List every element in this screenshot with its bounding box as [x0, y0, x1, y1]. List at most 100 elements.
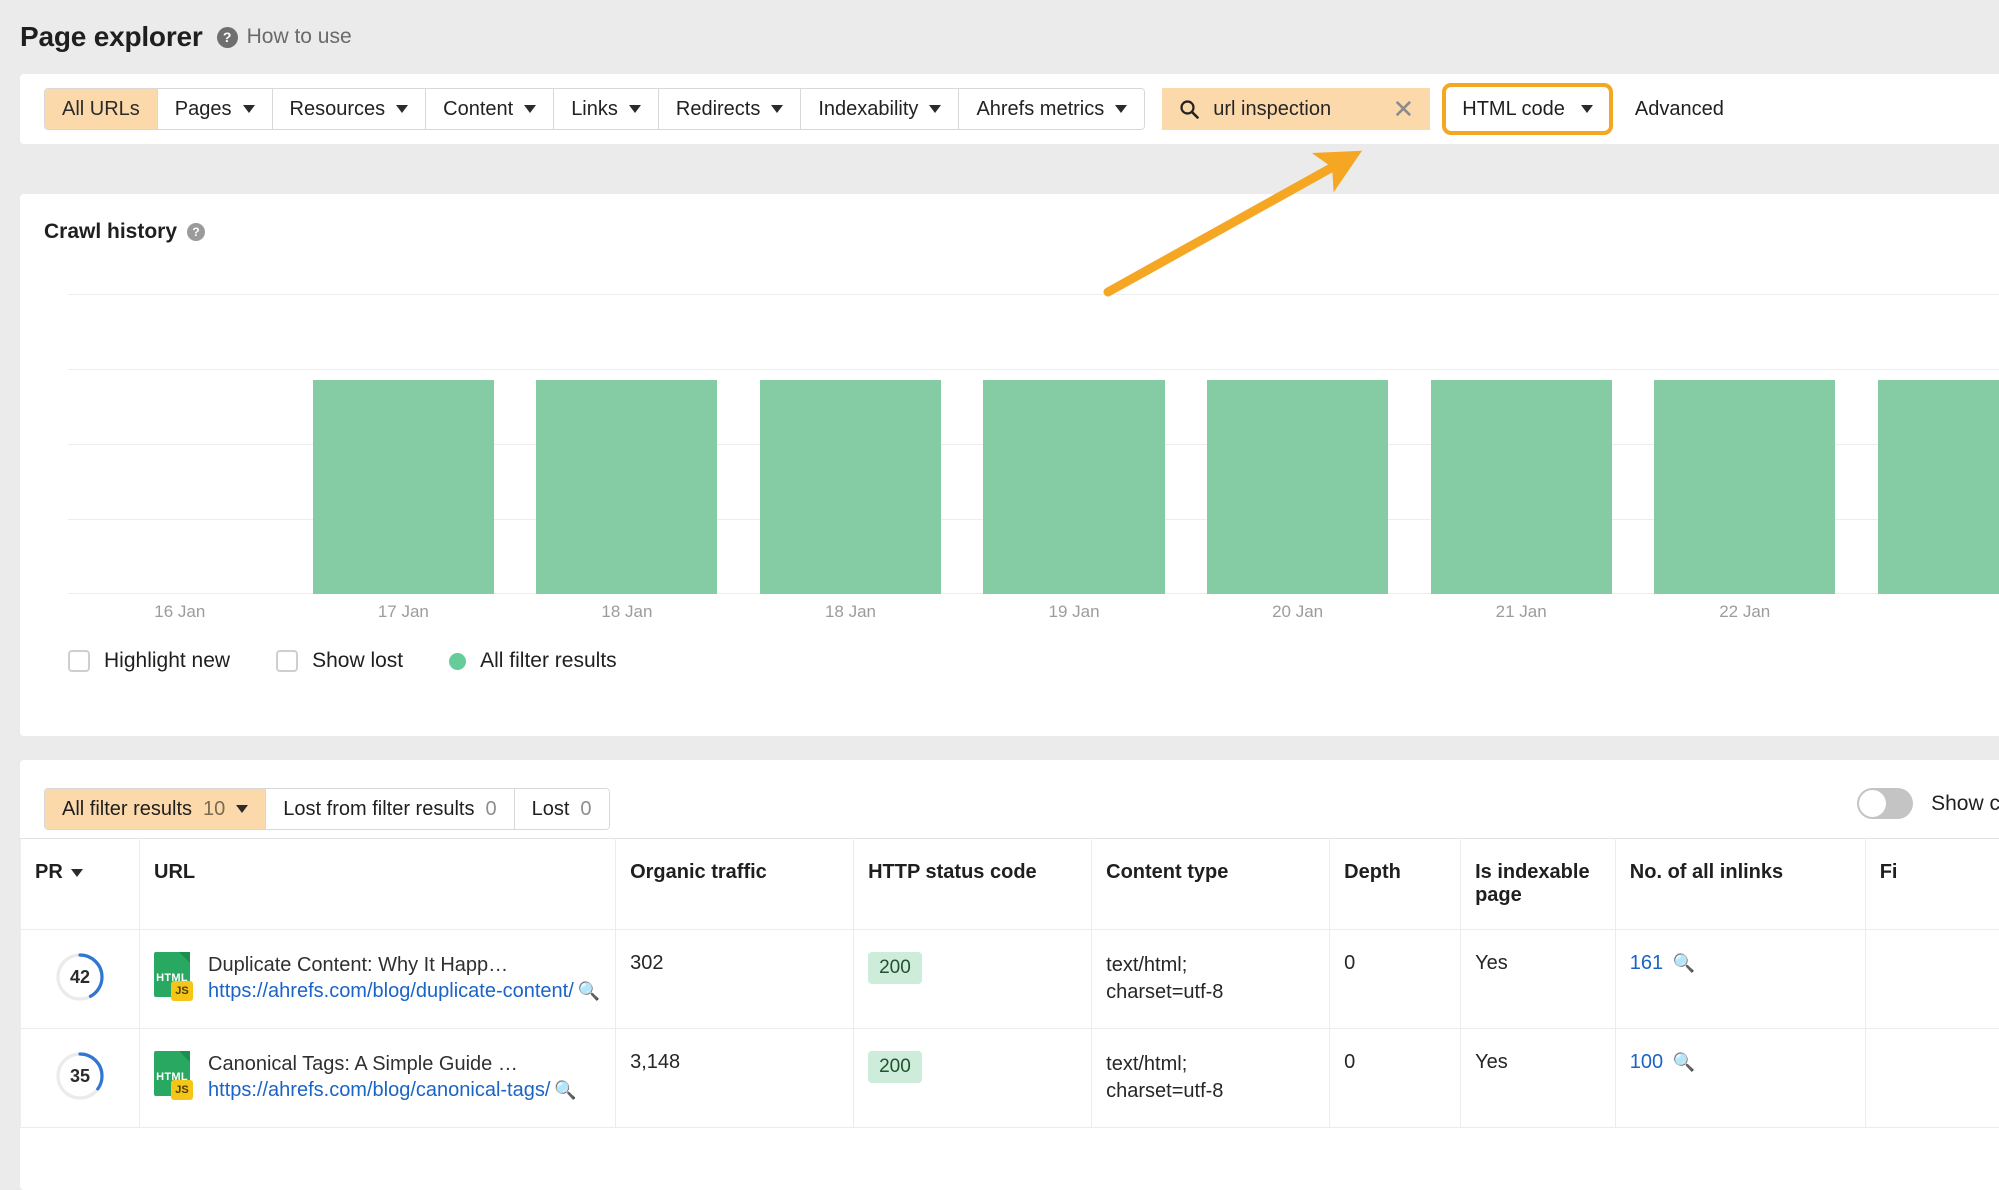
- filter-ahrefs-metrics-label: Ahrefs metrics: [976, 98, 1104, 121]
- bar-slot[interactable]: [292, 294, 516, 594]
- show-changes-toggle[interactable]: [1857, 788, 1913, 819]
- show-changes-toggle-wrap: Show c: [1857, 788, 1999, 819]
- cell-depth: 0: [1330, 1029, 1461, 1128]
- how-to-use-link[interactable]: ? How to use: [217, 25, 352, 49]
- table-body: 42HTMLJSDuplicate Content: Why It Happ…h…: [21, 930, 1999, 1128]
- checkbox-icon[interactable]: [68, 650, 90, 672]
- table-header-row: PR URL Organic traffic HTTP status code …: [21, 839, 1999, 930]
- x-axis-label: [1857, 602, 1999, 622]
- filter-pages-label: Pages: [175, 98, 232, 121]
- bar-slot[interactable]: [962, 294, 1186, 594]
- cell-http-status-code: 200: [854, 1029, 1092, 1128]
- bar-slot[interactable]: [739, 294, 963, 594]
- bar[interactable]: [1207, 380, 1388, 594]
- show-changes-label: Show c: [1931, 792, 1999, 816]
- url-link[interactable]: https://ahrefs.com/blog/canonical-tags/🔍: [208, 1077, 601, 1103]
- html-js-file-icon: HTMLJS: [154, 952, 194, 1000]
- tab-lost-from-filter-results-count: 0: [485, 798, 496, 821]
- search-icon[interactable]: 🔍: [554, 1079, 576, 1102]
- url-title: Duplicate Content: Why It Happ…: [208, 952, 601, 978]
- column-header-no-of-all-inlinks[interactable]: No. of all inlinks: [1615, 839, 1865, 930]
- bar[interactable]: [760, 380, 941, 594]
- inlinks-link[interactable]: 161 🔍: [1630, 952, 1695, 974]
- tab-all-filter-results-count: 10: [203, 798, 225, 821]
- cell-organic-traffic: 302: [616, 930, 854, 1029]
- bar-slot[interactable]: [68, 294, 292, 594]
- search-icon[interactable]: 🔍: [1673, 1052, 1695, 1073]
- column-header-fi[interactable]: Fi: [1865, 839, 1999, 930]
- bar[interactable]: [536, 380, 717, 594]
- tab-all-filter-results-label: All filter results: [62, 798, 192, 821]
- page-title: Page explorer: [20, 21, 203, 53]
- pr-progress-ring: 35: [55, 1051, 105, 1101]
- filter-indexability[interactable]: Indexability: [801, 89, 959, 129]
- column-header-pr[interactable]: PR: [21, 839, 140, 930]
- inlinks-link[interactable]: 100 🔍: [1630, 1051, 1695, 1073]
- search-input[interactable]: url inspection ✕: [1162, 88, 1430, 130]
- column-header-url[interactable]: URL: [140, 839, 616, 930]
- tab-all-filter-results[interactable]: All filter results 10: [45, 789, 266, 829]
- chevron-down-icon: [236, 805, 248, 813]
- cell-organic-traffic: 3,148: [616, 1029, 854, 1128]
- all-filter-results-legend[interactable]: All filter results: [449, 649, 617, 673]
- x-axis-label: 18 Jan: [515, 602, 739, 622]
- filter-resources[interactable]: Resources: [273, 89, 427, 129]
- url-link[interactable]: https://ahrefs.com/blog/duplicate-conten…: [208, 978, 601, 1004]
- chart-legend: Highlight new Show lost All filter resul…: [68, 649, 663, 673]
- question-mark-circle-icon[interactable]: ?: [187, 223, 205, 241]
- search-icon[interactable]: 🔍: [578, 980, 600, 1003]
- question-mark-circle-icon: ?: [217, 27, 238, 48]
- crawl-history-header: Crawl history ?: [20, 194, 1999, 244]
- filter-links[interactable]: Links: [554, 89, 659, 129]
- column-header-pr-label: PR: [35, 861, 63, 884]
- bar-slot[interactable]: [1633, 294, 1857, 594]
- filter-content[interactable]: Content: [426, 89, 554, 129]
- filter-ahrefs-metrics[interactable]: Ahrefs metrics: [959, 89, 1144, 129]
- chevron-down-icon: [1115, 105, 1127, 113]
- filter-resources-label: Resources: [290, 98, 386, 121]
- html-code-dropdown[interactable]: HTML code: [1448, 89, 1607, 129]
- bar[interactable]: [1654, 380, 1835, 594]
- bar-series: [68, 294, 1999, 594]
- column-header-depth[interactable]: Depth: [1330, 839, 1461, 930]
- column-header-is-indexable-page[interactable]: Is indexable page: [1461, 839, 1616, 930]
- checkbox-icon[interactable]: [276, 650, 298, 672]
- filter-redirects[interactable]: Redirects: [659, 89, 801, 129]
- search-icon: [1179, 99, 1199, 119]
- table-row[interactable]: 42HTMLJSDuplicate Content: Why It Happ…h…: [21, 930, 1999, 1029]
- column-header-http-status-code[interactable]: HTTP status code: [854, 839, 1092, 930]
- show-lost-checkbox[interactable]: Show lost: [276, 649, 403, 673]
- search-icon[interactable]: 🔍: [1673, 953, 1695, 974]
- bar-slot[interactable]: [1409, 294, 1633, 594]
- bar[interactable]: [1431, 380, 1612, 594]
- bar-slot[interactable]: [1186, 294, 1410, 594]
- filter-all-urls-label: All URLs: [62, 98, 140, 121]
- x-axis-label: 22 Jan: [1633, 602, 1857, 622]
- highlight-new-checkbox[interactable]: Highlight new: [68, 649, 230, 673]
- column-header-content-type[interactable]: Content type: [1092, 839, 1330, 930]
- x-axis-labels: 16 Jan17 Jan18 Jan18 Jan19 Jan20 Jan21 J…: [68, 602, 1999, 622]
- bar[interactable]: [983, 380, 1164, 594]
- column-header-organic-traffic[interactable]: Organic traffic: [616, 839, 854, 930]
- filter-pages[interactable]: Pages: [158, 89, 273, 129]
- search-input-value: url inspection: [1213, 98, 1378, 121]
- crawl-history-title: Crawl history: [44, 220, 177, 244]
- bar-slot[interactable]: [515, 294, 739, 594]
- bar[interactable]: [313, 380, 494, 594]
- close-x-icon[interactable]: ✕: [1392, 96, 1414, 122]
- tab-lost-label: Lost: [532, 798, 570, 821]
- bar-slot[interactable]: [1857, 294, 1999, 594]
- advanced-button[interactable]: Advanced: [1635, 98, 1724, 121]
- x-axis-label: 17 Jan: [292, 602, 516, 622]
- cell-pr: 35: [21, 1029, 140, 1128]
- filter-all-urls[interactable]: All URLs: [45, 89, 158, 129]
- filter-content-label: Content: [443, 98, 513, 121]
- x-axis-label: 20 Jan: [1186, 602, 1410, 622]
- tab-lost[interactable]: Lost 0: [515, 789, 609, 829]
- html-code-label: HTML code: [1462, 98, 1565, 121]
- bar[interactable]: [1878, 380, 1999, 594]
- table-row[interactable]: 35HTMLJSCanonical Tags: A Simple Guide ……: [21, 1029, 1999, 1128]
- cell-depth: 0: [1330, 930, 1461, 1029]
- chevron-down-icon: [771, 105, 783, 113]
- tab-lost-from-filter-results[interactable]: Lost from filter results 0: [266, 789, 514, 829]
